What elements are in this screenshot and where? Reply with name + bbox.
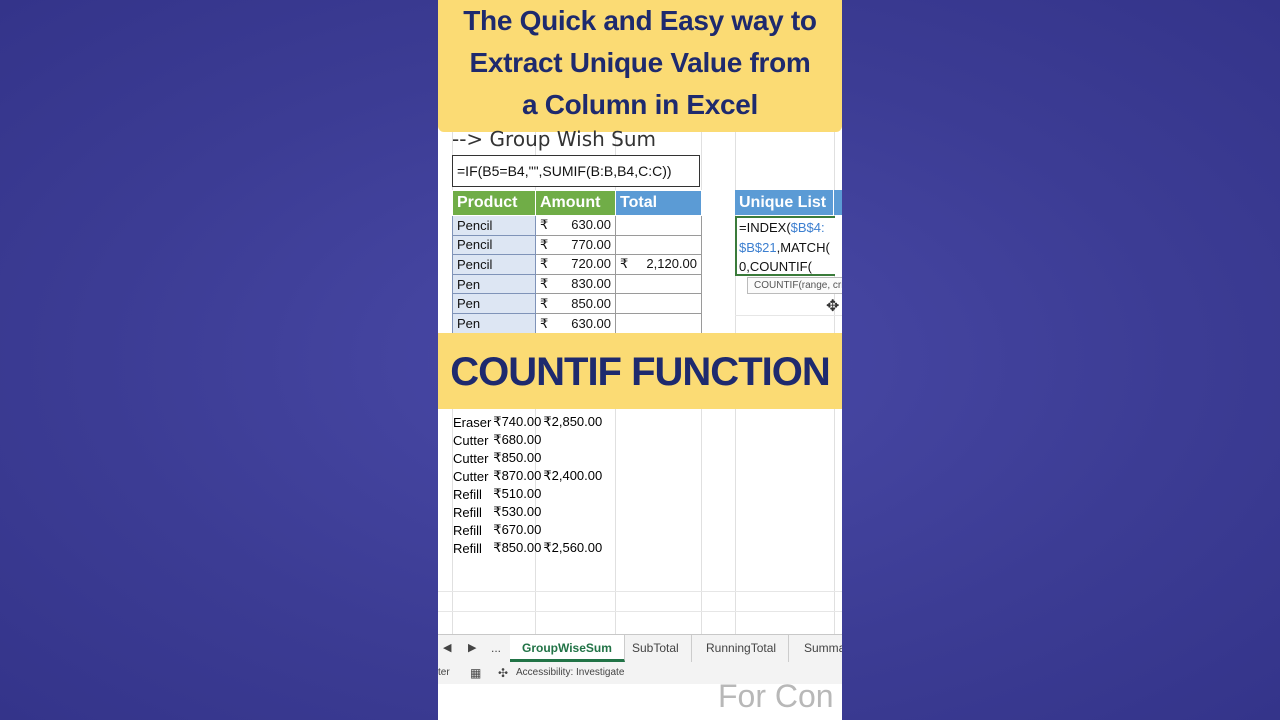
calculator-icon[interactable]: ▦ (470, 662, 481, 684)
cell-total[interactable]: ₹2,120.00 (615, 254, 702, 275)
title-line-2: Extract Unique Value from (469, 47, 811, 78)
cell-amount[interactable]: ₹720.00 (535, 254, 616, 275)
title-banner: The Quick and Easy way to Extract Unique… (438, 0, 842, 132)
cell-total[interactable] (542, 431, 603, 449)
move-cursor-icon: ✥ (826, 298, 840, 315)
accessibility-icon[interactable]: ✣ (498, 662, 508, 684)
cell-amount[interactable]: ₹850.00 (492, 539, 542, 557)
cell-product[interactable]: Cutter (452, 431, 492, 449)
status-text: ter (438, 667, 450, 678)
cell-product[interactable]: Cutter (452, 467, 492, 485)
cell-total[interactable]: ₹2,400.00 (542, 467, 603, 485)
tab-summary[interactable]: Summa (792, 635, 842, 662)
table-row: Pen ₹850.00 (452, 293, 702, 314)
cell-total[interactable] (615, 234, 702, 256)
cell-amount[interactable]: ₹630.00 (535, 215, 616, 236)
cell-total[interactable]: ₹2,850.00 (542, 413, 603, 431)
header-product[interactable]: Product (452, 190, 536, 216)
table-row: Refill ₹510.00 (452, 485, 603, 503)
unique-list-formula-cell[interactable]: =INDEX($B$4: $B$21,MATCH( 0,COUNTIF( (735, 216, 835, 276)
formula-line-1: =INDEX($B$4: (739, 218, 835, 238)
countif-banner: COUNTIF FUNCTION (438, 333, 842, 409)
cell-product[interactable]: Pen (452, 293, 536, 314)
table-header-row: Product Amount Total (452, 190, 702, 216)
tab-prev-icon[interactable]: ◀ (443, 641, 451, 654)
cell-product[interactable]: Cutter (452, 449, 492, 467)
table-body-lower: Eraser ₹740.00 ₹2,850.00 Cutter ₹680.00 Cutte… (452, 413, 603, 557)
cell-amount[interactable]: ₹850.00 (535, 293, 616, 314)
table-row: Pen ₹830.00 (452, 273, 702, 295)
tab-runningtotal[interactable]: RunningTotal (694, 635, 790, 662)
cell-total[interactable] (615, 293, 702, 314)
formula-text: ,MATCH( (776, 239, 830, 255)
cell-amount[interactable]: ₹770.00 (535, 234, 616, 256)
cell-product[interactable]: Refill (452, 503, 492, 521)
cell-product[interactable]: Pen (452, 273, 536, 295)
title-line-1: The Quick and Easy way to (463, 5, 817, 36)
formula-range-ref: $B$21 (739, 239, 777, 255)
data-table-lower: Eraser ₹740.00 ₹2,850.00 Cutter ₹680.00 Cutte… (452, 413, 603, 557)
cell-total[interactable] (542, 503, 603, 521)
grid-line (438, 591, 842, 592)
tab-next-icon[interactable]: ▶ (468, 641, 476, 654)
formula-line-2: $B$21,MATCH( (739, 238, 835, 258)
header-total[interactable]: Total (615, 190, 702, 216)
table-row: Refill ₹850.00 ₹2,560.00 (452, 539, 603, 557)
table-row: Pen ₹630.00 (452, 312, 702, 335)
header-amount[interactable]: Amount (535, 190, 616, 216)
tab-subtotal[interactable]: SubTotal (620, 635, 692, 662)
cell-total[interactable] (542, 449, 603, 467)
next-column-header[interactable] (834, 190, 842, 215)
function-tooltip[interactable]: COUNTIF(range, criteria) (747, 277, 842, 294)
table-row: Cutter ₹850.00 (452, 449, 603, 467)
cell-product[interactable]: Pen (452, 312, 536, 335)
table-body-upper: Pencil ₹630.00 Pencil ₹770.00 Pencil ₹720.00 ₹… (452, 215, 702, 335)
table-row: Eraser ₹740.00 ₹2,850.00 (452, 413, 603, 431)
tab-groupwisesum[interactable]: GroupWiseSum (510, 635, 625, 662)
data-table: Product Amount Total Pencil ₹630.00 Pencil… (452, 190, 702, 335)
cell-amount[interactable]: ₹870.00 (492, 467, 542, 485)
accessibility-status[interactable]: Accessibility: Investigate (516, 662, 624, 684)
section-heading: --> Group Wish Sum (452, 127, 656, 151)
watermark-text: For Con (718, 678, 834, 714)
table-row: Pencil ₹630.00 (452, 215, 702, 236)
table-row: Pencil ₹720.00 ₹2,120.00 (452, 254, 702, 275)
cell-product[interactable]: Refill (452, 521, 492, 539)
cell-amount[interactable]: ₹740.00 (492, 413, 542, 431)
title-line-3: a Column in Excel (521, 89, 759, 120)
tab-more-button[interactable]: ... (491, 641, 501, 655)
cell-total[interactable] (542, 521, 603, 539)
grid-line (438, 611, 842, 612)
table-row: Refill ₹670.00 (452, 521, 603, 539)
cell-total[interactable] (615, 312, 702, 335)
cell-product[interactable]: Pencil (452, 254, 536, 275)
cell-amount[interactable]: ₹850.00 (492, 449, 542, 467)
cell-amount[interactable]: ₹830.00 (535, 273, 616, 295)
unique-list-header[interactable]: Unique List (735, 190, 833, 215)
cell-total[interactable]: ₹2,560.00 (542, 539, 603, 557)
cell-total[interactable] (615, 273, 702, 295)
cell-product[interactable]: Eraser (452, 413, 492, 431)
excel-screenshot: The Quick and Easy way to Extract Unique… (438, 0, 842, 720)
cell-product[interactable]: Pencil (452, 234, 536, 256)
cell-product[interactable]: Refill (452, 485, 492, 503)
formula-line-3: 0,COUNTIF( (739, 259, 812, 274)
sheet-tab-bar: ◀ ▶ ... GroupWiseSum SubTotal RunningTot… (438, 634, 842, 662)
cell-amount[interactable]: ₹680.00 (492, 431, 542, 449)
cell-amount[interactable]: ₹530.00 (492, 503, 542, 521)
formula-box[interactable]: =IF(B5=B4,"",SUMIF(B:B,B4,C:C)) (452, 155, 700, 187)
cell-total[interactable] (542, 485, 603, 503)
formula-text: =INDEX( (739, 220, 791, 235)
cell-total[interactable] (615, 215, 702, 236)
cell-product[interactable]: Pencil (452, 215, 536, 236)
table-row: Pencil ₹770.00 (452, 234, 702, 256)
cell-amount[interactable]: ₹630.00 (535, 312, 616, 335)
formula-range-ref: $B$4: (790, 220, 825, 235)
cell-amount[interactable]: ₹670.00 (492, 521, 542, 539)
table-row: Cutter ₹680.00 (452, 431, 603, 449)
cell-product[interactable]: Refill (452, 539, 492, 557)
table-row: Cutter ₹870.00 ₹2,400.00 (452, 467, 603, 485)
table-row: Refill ₹530.00 (452, 503, 603, 521)
cell-amount[interactable]: ₹510.00 (492, 485, 542, 503)
